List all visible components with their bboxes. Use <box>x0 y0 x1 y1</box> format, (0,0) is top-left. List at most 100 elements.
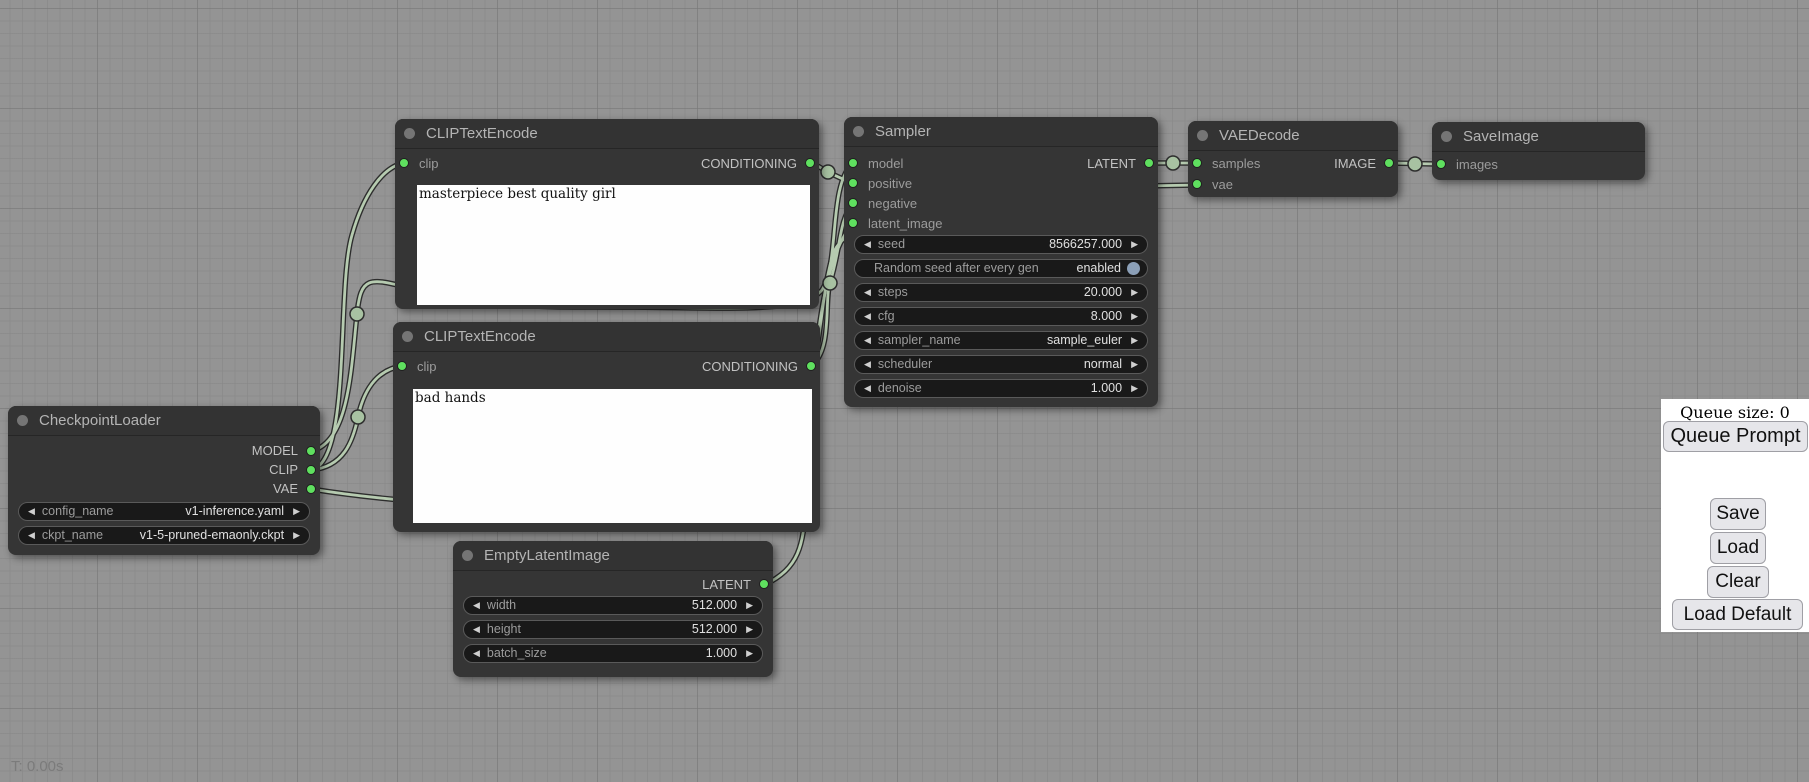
node-empty-latent-image[interactable]: EmptyLatentImage LATENT ◀ width 512.000 … <box>453 541 773 677</box>
collapse-dot-icon[interactable] <box>402 331 413 342</box>
node-sampler[interactable]: Sampler LATENT model positive negative l… <box>844 117 1158 407</box>
output-slot-model[interactable] <box>306 446 316 456</box>
widget-sampler-name[interactable]: ◀ sampler_name sample_euler ▶ <box>854 331 1148 350</box>
widget-scheduler[interactable]: ◀ scheduler normal ▶ <box>854 355 1148 374</box>
node-title-bar[interactable]: EmptyLatentImage <box>453 541 773 571</box>
collapse-dot-icon[interactable] <box>462 550 473 561</box>
decrement-arrow-icon[interactable]: ◀ <box>473 596 480 615</box>
input-slot-clip[interactable] <box>397 361 407 371</box>
node-title-bar[interactable]: SaveImage <box>1432 122 1645 152</box>
input-slot-samples[interactable] <box>1192 158 1202 168</box>
widget-value: sample_euler <box>1047 331 1122 350</box>
increment-arrow-icon[interactable]: ▶ <box>1131 331 1138 350</box>
widget-label: seed <box>878 235 905 254</box>
output-slot-latent[interactable] <box>759 579 769 589</box>
output-slot-clip[interactable] <box>306 465 316 475</box>
output-label-latent: LATENT <box>702 577 751 592</box>
output-label: CONDITIONING <box>701 156 797 171</box>
save-button[interactable]: Save <box>1710 498 1766 530</box>
widget-label: Random seed after every gen <box>874 259 1039 278</box>
collapse-dot-icon[interactable] <box>853 126 864 137</box>
widget-denoise[interactable]: ◀ denoise 1.000 ▶ <box>854 379 1148 398</box>
widget-ckpt-name[interactable]: ◀ ckpt_name v1-5-pruned-emaonly.ckpt ▶ <box>18 526 310 545</box>
increment-arrow-icon[interactable]: ▶ <box>293 526 300 545</box>
widget-cfg[interactable]: ◀ cfg 8.000 ▶ <box>854 307 1148 326</box>
collapse-dot-icon[interactable] <box>1441 131 1452 142</box>
input-slot-latent-image[interactable] <box>848 218 858 228</box>
negative-prompt-textarea[interactable]: bad hands <box>413 389 812 523</box>
load-default-button[interactable]: Load Default <box>1672 599 1803 630</box>
widget-width[interactable]: ◀ width 512.000 ▶ <box>463 596 763 615</box>
decrement-arrow-icon[interactable]: ◀ <box>473 644 480 663</box>
increment-arrow-icon[interactable]: ▶ <box>1131 283 1138 302</box>
output-slot-image[interactable] <box>1384 158 1394 168</box>
decrement-arrow-icon[interactable]: ◀ <box>28 502 35 521</box>
decrement-arrow-icon[interactable]: ◀ <box>864 379 871 398</box>
collapse-dot-icon[interactable] <box>1197 130 1208 141</box>
widget-config-name[interactable]: ◀ config_name v1-inference.yaml ▶ <box>18 502 310 521</box>
increment-arrow-icon[interactable]: ▶ <box>1131 355 1138 374</box>
widget-label: steps <box>878 283 908 302</box>
decrement-arrow-icon[interactable]: ◀ <box>864 283 871 302</box>
increment-arrow-icon[interactable]: ▶ <box>293 502 300 521</box>
decrement-arrow-icon[interactable]: ◀ <box>28 526 35 545</box>
node-title: VAEDecode <box>1219 127 1300 144</box>
wire-midpoint-dot <box>823 276 837 290</box>
input-slot-negative[interactable] <box>848 198 858 208</box>
input-slot-vae[interactable] <box>1192 179 1202 189</box>
input-slot-clip[interactable] <box>399 158 409 168</box>
widget-height[interactable]: ◀ height 512.000 ▶ <box>463 620 763 639</box>
node-title-bar[interactable]: VAEDecode <box>1188 121 1398 151</box>
output-label-model: MODEL <box>252 443 298 458</box>
queue-prompt-button[interactable]: Queue Prompt <box>1663 421 1808 452</box>
widget-value: 1.000 <box>706 644 737 663</box>
node-title-bar[interactable]: CLIPTextEncode <box>395 119 819 149</box>
node-title-bar[interactable]: CLIPTextEncode <box>393 322 820 352</box>
positive-prompt-textarea[interactable]: masterpiece best quality girl <box>417 185 810 305</box>
node-title-bar[interactable]: Sampler <box>844 117 1158 147</box>
increment-arrow-icon[interactable]: ▶ <box>746 596 753 615</box>
collapse-dot-icon[interactable] <box>404 128 415 139</box>
widget-label: denoise <box>878 379 922 398</box>
clear-button[interactable]: Clear <box>1707 566 1769 598</box>
decrement-arrow-icon[interactable]: ◀ <box>864 331 871 350</box>
widget-value: 8.000 <box>1091 307 1122 326</box>
increment-arrow-icon[interactable]: ▶ <box>746 620 753 639</box>
input-slot-model[interactable] <box>848 158 858 168</box>
wire-midpoint-dot <box>350 307 364 321</box>
widget-value: 1.000 <box>1091 379 1122 398</box>
increment-arrow-icon[interactable]: ▶ <box>1131 379 1138 398</box>
node-clip-text-encode-positive[interactable]: CLIPTextEncode clip CONDITIONING masterp… <box>395 119 819 309</box>
widget-steps[interactable]: ◀ steps 20.000 ▶ <box>854 283 1148 302</box>
input-slot-images[interactable] <box>1436 159 1446 169</box>
widget-value: v1-inference.yaml <box>185 502 284 521</box>
input-slot-positive[interactable] <box>848 178 858 188</box>
output-slot-conditioning[interactable] <box>806 361 816 371</box>
node-checkpoint-loader[interactable]: CheckpointLoader MODEL CLIP VAE ◀ config… <box>8 406 320 555</box>
output-slot-conditioning[interactable] <box>805 158 815 168</box>
increment-arrow-icon[interactable]: ▶ <box>1131 235 1138 254</box>
widget-seed[interactable]: ◀ seed 8566257.000 ▶ <box>854 235 1148 254</box>
node-title-bar[interactable]: CheckpointLoader <box>8 406 320 436</box>
node-vae-decode[interactable]: VAEDecode samples IMAGE vae <box>1188 121 1398 197</box>
widget-random-seed-toggle[interactable]: Random seed after every gen enabled <box>854 259 1148 278</box>
decrement-arrow-icon[interactable]: ◀ <box>864 307 871 326</box>
decrement-arrow-icon[interactable]: ◀ <box>864 235 871 254</box>
widget-label: scheduler <box>878 355 932 374</box>
input-label: samples <box>1212 156 1260 171</box>
widget-batch-size[interactable]: ◀ batch_size 1.000 ▶ <box>463 644 763 663</box>
collapse-dot-icon[interactable] <box>17 415 28 426</box>
increment-arrow-icon[interactable]: ▶ <box>746 644 753 663</box>
decrement-arrow-icon[interactable]: ◀ <box>864 355 871 374</box>
node-save-image[interactable]: SaveImage images <box>1432 122 1645 180</box>
toggle-circle-icon[interactable] <box>1127 262 1140 275</box>
input-label: images <box>1456 157 1498 172</box>
output-slot-vae[interactable] <box>306 484 316 494</box>
decrement-arrow-icon[interactable]: ◀ <box>473 620 480 639</box>
node-clip-text-encode-negative[interactable]: CLIPTextEncode clip CONDITIONING bad han… <box>393 322 820 532</box>
widget-label: cfg <box>878 307 895 326</box>
output-label: CONDITIONING <box>702 359 798 374</box>
load-button[interactable]: Load <box>1710 532 1766 564</box>
increment-arrow-icon[interactable]: ▶ <box>1131 307 1138 326</box>
input-label: clip <box>417 359 437 374</box>
